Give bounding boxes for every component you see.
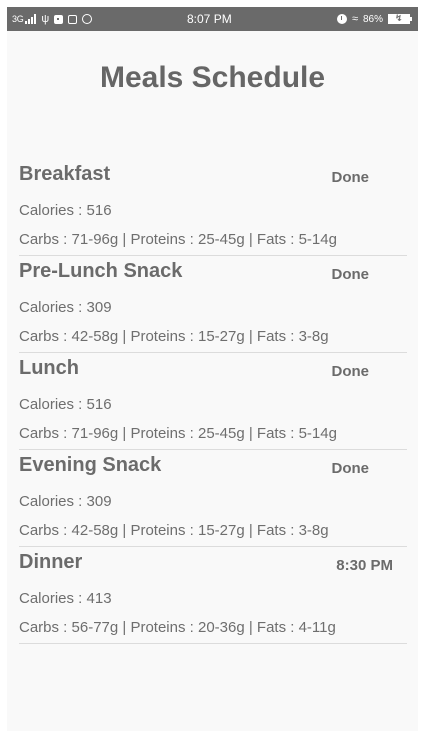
status-bar-right: ≈ 86% ↯ (336, 7, 412, 31)
notification-icon (54, 14, 64, 24)
meal-name: Evening Snack (19, 454, 162, 476)
page-title: Meals Schedule (99, 61, 326, 94)
network-type: 3G (12, 14, 24, 24)
battery-percent: 86% (362, 13, 383, 25)
meal-item-dinner[interactable]: Dinner 8:30 PM Calories : 413 Carbs : 56… (19, 547, 407, 644)
status-bar: 3G ψ 8:07 PM ≈ 86% ↯ (7, 7, 418, 31)
meal-macros: Carbs : 42-58g | Proteins : 15-27g | Fat… (19, 328, 329, 345)
meal-macros: Carbs : 71-96g | Proteins : 25-45g | Fat… (19, 231, 337, 248)
signal-icon (25, 14, 37, 24)
meal-name: Lunch (19, 357, 79, 379)
meal-macros: Carbs : 42-58g | Proteins : 15-27g | Fat… (19, 522, 329, 539)
meal-macros: Carbs : 56-77g | Proteins : 20-36g | Fat… (19, 619, 336, 636)
meal-status: Done (331, 460, 370, 477)
battery-icon: ↯ (388, 13, 412, 24)
wifi-icon: ≈ (351, 13, 358, 25)
app-screen: 3G ψ 8:07 PM ≈ 86% ↯ Meals Schedule Brea… (7, 7, 418, 731)
gallery-icon (68, 14, 78, 24)
meal-calories: Calories : 309 (19, 299, 112, 316)
meal-status: Done (331, 169, 370, 186)
meal-status: Done (331, 266, 370, 283)
meal-calories: Calories : 309 (19, 493, 112, 510)
meal-status: Done (331, 363, 370, 380)
meal-calories: Calories : 516 (19, 396, 112, 413)
meal-calories: Calories : 413 (19, 590, 112, 607)
meal-item-pre-lunch-snack[interactable]: Pre-Lunch Snack Done Calories : 309 Carb… (19, 256, 407, 353)
meal-item-lunch[interactable]: Lunch Done Calories : 516 Carbs : 71-96g… (19, 353, 407, 450)
meal-list: Breakfast Done Calories : 516 Carbs : 71… (19, 159, 407, 644)
status-bar-left: 3G ψ (12, 7, 93, 31)
meal-name: Breakfast (19, 163, 111, 185)
usb-icon: ψ (41, 12, 50, 25)
meal-macros: Carbs : 71-96g | Proteins : 25-45g | Fat… (19, 425, 337, 442)
meal-scheduled-time: 8:30 PM (336, 557, 393, 574)
meal-calories: Calories : 516 (19, 202, 112, 219)
meal-item-breakfast[interactable]: Breakfast Done Calories : 516 Carbs : 71… (19, 159, 407, 256)
meal-name: Pre-Lunch Snack (19, 260, 183, 282)
status-time: 8:07 PM (187, 12, 232, 26)
meal-item-evening-snack[interactable]: Evening Snack Done Calories : 309 Carbs … (19, 450, 407, 547)
meal-name: Dinner (19, 551, 83, 573)
alarm-icon (336, 14, 347, 24)
whatsapp-icon (82, 14, 93, 24)
